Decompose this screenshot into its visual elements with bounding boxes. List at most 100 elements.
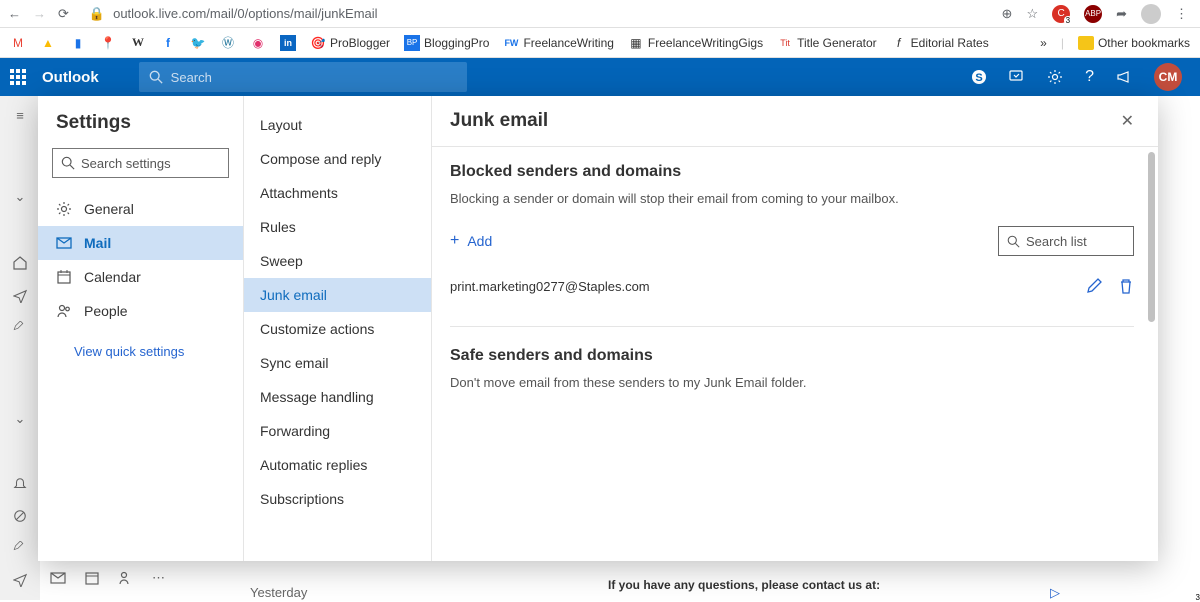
gear-icon: [56, 201, 72, 217]
bookmark-overflow[interactable]: »: [1040, 36, 1047, 50]
close-button[interactable]: ✕: [1121, 111, 1134, 131]
share-icon[interactable]: ➦: [1116, 6, 1127, 22]
blocked-entry-email: print.marketing0277@Staples.com: [450, 279, 650, 294]
other-bookmarks[interactable]: Other bookmarks: [1078, 36, 1190, 50]
chevron-down-icon[interactable]: ⌄: [15, 189, 26, 205]
bookmark-editorialrates[interactable]: fEditorial Rates: [891, 35, 989, 51]
bottom-rail: ⋯: [50, 570, 165, 586]
subnav-message-handling[interactable]: Message handling: [244, 380, 431, 414]
home-icon[interactable]: [12, 255, 28, 271]
skype-icon[interactable]: S: [971, 69, 987, 85]
settings-title: Settings: [38, 112, 243, 148]
gear-icon[interactable]: [1047, 69, 1063, 85]
category-calendar[interactable]: Calendar: [38, 260, 243, 294]
blocked-entry-row: print.marketing0277@Staples.com: [450, 274, 1134, 298]
subnav-junk-email[interactable]: Junk email: [244, 278, 431, 312]
search-icon: [61, 156, 75, 170]
bookmark-freelancewriting[interactable]: FWFreelanceWriting: [503, 35, 613, 51]
subnav-attachments[interactable]: Attachments: [244, 176, 431, 210]
url-text: outlook.live.com/mail/0/options/mail/jun…: [113, 6, 377, 21]
edit-entry-button[interactable]: [1086, 278, 1102, 294]
section-divider: [450, 326, 1134, 327]
menu-icon[interactable]: ⋮: [1175, 6, 1188, 22]
back-button[interactable]: ←: [8, 6, 21, 21]
send-icon-2[interactable]: [13, 573, 27, 587]
category-label: Mail: [84, 235, 111, 251]
view-quick-settings-link[interactable]: View quick settings: [38, 328, 243, 359]
megaphone-icon[interactable]: [1116, 69, 1132, 85]
category-people[interactable]: People: [38, 294, 243, 328]
subnav-layout[interactable]: Layout: [244, 108, 431, 142]
bookmark-wikipedia[interactable]: W: [130, 35, 146, 51]
extension-badge-1[interactable]: C3: [1052, 5, 1070, 23]
calendar-icon[interactable]: [84, 570, 100, 586]
search-settings-placeholder: Search settings: [81, 156, 171, 171]
address-bar[interactable]: 🔒 outlook.live.com/mail/0/options/mail/j…: [81, 6, 990, 22]
add-label: Add: [467, 233, 492, 249]
subnav-rules[interactable]: Rules: [244, 210, 431, 244]
bookmark-problogger[interactable]: 🎯ProBlogger: [310, 35, 390, 51]
bookmark-twitter[interactable]: 🐦: [190, 35, 206, 51]
profile-avatar[interactable]: [1141, 4, 1161, 24]
outlook-brand[interactable]: Outlook: [42, 69, 99, 86]
bookmarks-bar: M ▲ ▮ 📍 W f 🐦 Ⓦ ◉ in 🎯ProBlogger BPBlogg…: [0, 28, 1200, 58]
people-icon[interactable]: [118, 570, 134, 586]
forward-button[interactable]: →: [33, 6, 46, 21]
add-blocked-button[interactable]: + Add: [450, 232, 492, 250]
bookmark-freelancewritinggigs[interactable]: ▦FreelanceWritingGigs: [628, 35, 763, 51]
page-title: Junk email: [450, 110, 548, 132]
subnav-compose[interactable]: Compose and reply: [244, 142, 431, 176]
bookmark-gmail[interactable]: M: [10, 35, 26, 51]
bookmark-bloggingpro[interactable]: BPBloggingPro: [404, 35, 489, 51]
add-page-icon[interactable]: ⊕: [1002, 6, 1013, 22]
search-blocked-list-input[interactable]: Search list: [998, 226, 1134, 256]
bookmark-wordpress[interactable]: Ⓦ: [220, 35, 236, 51]
bookmark-drive[interactable]: ▲: [40, 35, 56, 51]
bookmark-docs[interactable]: ▮: [70, 35, 86, 51]
mail-icon: [56, 235, 72, 251]
safe-section-title: Safe senders and domains: [450, 347, 1134, 365]
help-icon[interactable]: ?: [1085, 68, 1094, 86]
subnav-subscriptions[interactable]: Subscriptions: [244, 482, 431, 516]
reload-button[interactable]: ⟳: [58, 6, 69, 22]
star-icon[interactable]: ☆: [1026, 6, 1038, 22]
subnav-automatic-replies[interactable]: Automatic replies: [244, 448, 431, 482]
category-general[interactable]: General: [38, 192, 243, 226]
header-search[interactable]: Search: [139, 62, 467, 92]
bookmark-maps[interactable]: 📍: [100, 35, 116, 51]
search-settings-input[interactable]: Search settings: [52, 148, 229, 178]
mail-icon[interactable]: [50, 570, 66, 586]
chat-approve-icon[interactable]: [1009, 69, 1025, 85]
search-icon: [1007, 235, 1020, 248]
bookmark-linkedin[interactable]: in: [280, 35, 296, 51]
category-label: General: [84, 201, 134, 217]
browser-bar: ← → ⟳ 🔒 outlook.live.com/mail/0/options/…: [0, 0, 1200, 28]
subnav-sweep[interactable]: Sweep: [244, 244, 431, 278]
search-list-placeholder: Search list: [1026, 234, 1087, 249]
bookmark-titlegenerator[interactable]: TitTitle Generator: [777, 35, 877, 51]
chevron-down-icon-2[interactable]: ⌄: [15, 411, 26, 427]
pencil-icon: [1086, 278, 1102, 294]
subnav-sync-email[interactable]: Sync email: [244, 346, 431, 380]
subnav-forwarding[interactable]: Forwarding: [244, 414, 431, 448]
left-rail: ≡ ⌄ ⌄: [0, 96, 40, 600]
share-triangle-icon[interactable]: ▷: [1050, 585, 1060, 601]
search-icon: [149, 70, 163, 84]
extension-badge-2[interactable]: ABP3: [1084, 5, 1102, 23]
edit-icon[interactable]: [13, 321, 27, 335]
hamburger-icon[interactable]: ≡: [16, 108, 24, 123]
bookmark-instagram[interactable]: ◉: [250, 35, 266, 51]
plus-icon: +: [450, 232, 459, 250]
send-icon[interactable]: [13, 289, 27, 303]
delete-entry-button[interactable]: [1118, 278, 1134, 294]
bookmark-facebook[interactable]: f: [160, 35, 176, 51]
category-mail[interactable]: Mail: [38, 226, 243, 260]
block-icon[interactable]: [13, 509, 27, 523]
more-icon[interactable]: ⋯: [152, 570, 165, 586]
blocked-section-desc: Blocking a sender or domain will stop th…: [450, 191, 1134, 206]
bell-icon[interactable]: [13, 477, 27, 491]
subnav-customize-actions[interactable]: Customize actions: [244, 312, 431, 346]
edit-icon-2[interactable]: [13, 541, 27, 555]
user-avatar[interactable]: CM: [1154, 63, 1182, 91]
app-launcher-icon[interactable]: [10, 69, 26, 85]
